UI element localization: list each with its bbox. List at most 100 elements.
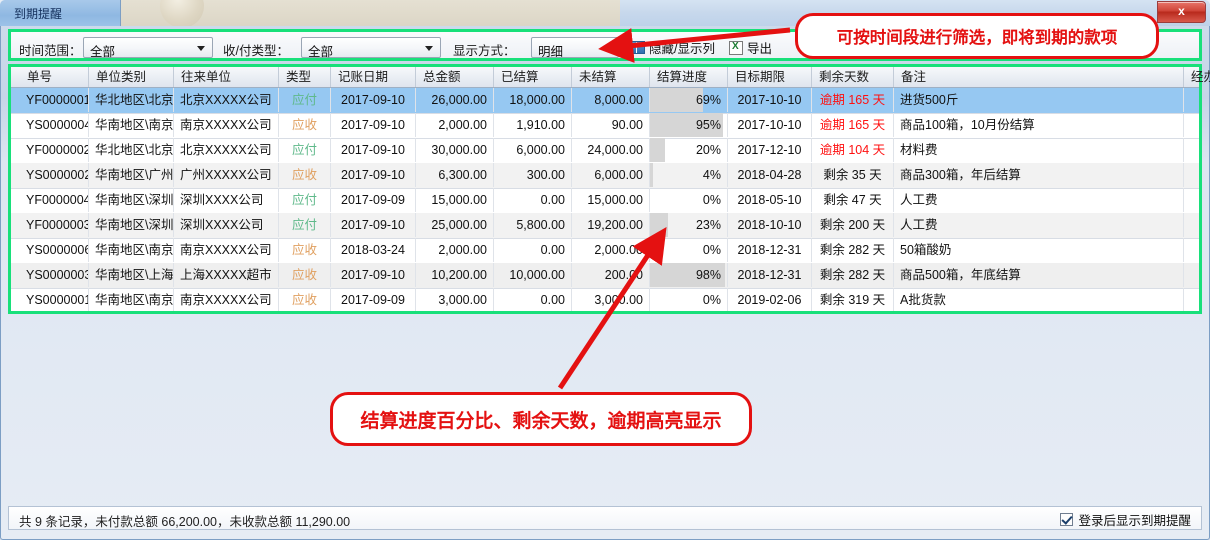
grid-header-type[interactable]: 类型 (279, 67, 331, 87)
toggle-columns-button[interactable]: 隐藏/显示列 (631, 37, 715, 58)
cell-remark: A批货款 (894, 288, 1184, 311)
chevron-down-icon (603, 46, 611, 51)
excel-icon (729, 40, 743, 55)
show-reminder-checkbox[interactable]: 登录后显示到期提醒 (1060, 510, 1191, 529)
cell-category: 华南地区\深圳 (89, 188, 174, 212)
toggle-columns-label: 隐藏/显示列 (649, 42, 715, 56)
settlement-progress-bar: 69% (650, 88, 728, 112)
cell-settled: 5,800.00 (494, 213, 572, 237)
grid-body: YF0000001 华北地区\北京 北京XXXXX公司 应付 2017-09-10 26,… (11, 88, 1199, 311)
export-button[interactable]: 导出 (729, 37, 772, 58)
cell-unsettled: 15,000.00 (572, 188, 650, 212)
pay-type-select[interactable]: 全部 (301, 37, 441, 59)
cell-deadline: 2018-04-28 (728, 163, 812, 187)
close-icon[interactable]: x (1157, 1, 1206, 23)
progress-value: 0% (702, 193, 721, 207)
status-bar: 共 9 条记录，未付款总额 66,200.00，未收款总额 11,290.00 … (8, 506, 1202, 530)
cell-handler: 无 (1184, 163, 1199, 187)
table-row[interactable]: YF0000001 华北地区\北京 北京XXXXX公司 应付 2017-09-10 26,… (11, 88, 1199, 114)
cell-category: 华南地区\深圳 (89, 213, 174, 237)
cell-unsettled: 90.00 (572, 113, 650, 137)
cell-settled: 6,000.00 (494, 138, 572, 162)
cell-no: YS0000006 (20, 238, 89, 262)
grid-header-total[interactable]: 总金额 (416, 67, 494, 87)
cell-days: 逾期 165 天 (812, 88, 894, 112)
cell-total: 15,000.00 (416, 188, 494, 212)
cell-category: 华南地区\南京 (89, 288, 174, 311)
progress-value: 23% (695, 218, 721, 232)
cell-total: 2,000.00 (416, 113, 494, 137)
cell-category: 华南地区\南京 (89, 238, 174, 262)
progress-value: 0% (702, 293, 721, 307)
pay-type-label: 收/付类型： (223, 44, 289, 58)
table-row[interactable]: YF0000004 华南地区\深圳 深圳XXXX公司 应付 2017-09-09 15,0… (11, 188, 1199, 214)
table-row[interactable]: YS0000003 华南地区\上海 上海XXXXX超市 应收 2017-09-10 10,… (11, 263, 1199, 289)
cell-date: 2017-09-09 (331, 288, 416, 311)
grid-header-no[interactable]: 单号 (20, 67, 89, 87)
cell-unsettled: 200.00 (572, 263, 650, 287)
time-range-value: 全部 (90, 45, 116, 59)
cell-remark: 人工费 (894, 188, 1184, 212)
cell-settled: 0.00 (494, 238, 572, 262)
cell-total: 6,300.00 (416, 163, 494, 187)
cell-date: 2017-09-10 (331, 113, 416, 137)
table-row[interactable]: YS0000002 华南地区\广州 广州XXXXX公司 应收 2017-09-10 6,3… (11, 163, 1199, 189)
cell-remark: 商品100箱，10月份结算 (894, 113, 1184, 137)
grid-header-date[interactable]: 记账日期 (331, 67, 416, 87)
annotation-callout-progress: 结算进度百分比、剩余天数，逾期高亮显示 (330, 392, 752, 446)
table-row[interactable]: YF0000002 华北地区\北京 北京XXXXX公司 应付 2017-09-10 30,… (11, 138, 1199, 164)
cell-unit: 上海XXXXX超市 (174, 263, 279, 287)
grid-header-settled[interactable]: 已结算 (494, 67, 572, 87)
display-mode-select[interactable]: 明细 (531, 37, 619, 59)
cell-total: 25,000.00 (416, 213, 494, 237)
cell-settled: 18,000.00 (494, 88, 572, 112)
settlement-progress-bar: 4% (650, 163, 728, 187)
grid-header-row: 单号 单位类别 往来单位 类型 记账日期 总金额 已结算 未结算 结算进度 目标期限 剩余天数 备注经… (11, 67, 1210, 88)
cell-date: 2017-09-10 (331, 138, 416, 162)
cell-unit: 南京XXXXX公司 (174, 288, 279, 311)
grid-header-category[interactable]: 单位类别 (89, 67, 174, 87)
cell-unsettled: 3,000.00 (572, 288, 650, 311)
cell-deadline: 2018-10-10 (728, 213, 812, 237)
table-row[interactable]: YS0000001 华南地区\南京 南京XXXXX公司 应收 2017-09-09 3,0… (11, 288, 1199, 311)
grid-header-unit[interactable]: 往来单位 (174, 67, 279, 87)
cell-deadline: 2018-05-10 (728, 188, 812, 212)
checkbox-icon[interactable] (1060, 513, 1074, 526)
settlement-progress-bar: 0% (650, 188, 728, 212)
grid-header-days[interactable]: 剩余天数 (812, 67, 894, 87)
cell-days: 剩余 282 天 (812, 238, 894, 262)
cell-deadline: 2017-10-10 (728, 113, 812, 137)
settlement-progress-bar: 0% (650, 288, 728, 311)
table-row[interactable]: YF0000003 华南地区\深圳 深圳XXXX公司 应付 2017-09-10 25,0… (11, 213, 1199, 239)
table-row[interactable]: YS0000004 华南地区\南京 南京XXXXX公司 应收 2017-09-10 2,0… (11, 113, 1199, 139)
time-range-select[interactable]: 全部 (83, 37, 213, 59)
cell-remark: 商品300箱，年后结算 (894, 163, 1184, 187)
cell-type: 应收 (279, 263, 331, 287)
cell-unit: 广州XXXXX公司 (174, 163, 279, 187)
cell-days: 逾期 165 天 (812, 113, 894, 137)
cell-date: 2017-09-09 (331, 188, 416, 212)
grid-header-remark[interactable]: 备注 (894, 67, 1184, 87)
grid-header-deadline[interactable]: 目标期限 (728, 67, 812, 87)
cell-unsettled: 19,200.00 (572, 213, 650, 237)
chevron-down-icon (197, 46, 205, 51)
progress-value: 98% (695, 268, 721, 282)
grid-header-handler[interactable]: 经办人 (1184, 67, 1210, 87)
cell-date: 2017-09-10 (331, 263, 416, 287)
cell-handler: 无 (1184, 138, 1199, 162)
progress-value: 4% (702, 168, 721, 182)
pay-type-value: 全部 (308, 45, 334, 59)
table-row[interactable]: YS0000006 华南地区\南京 南京XXXXX公司 应收 2018-03-24 2,0… (11, 238, 1199, 264)
cell-handler: 无 (1184, 188, 1199, 212)
cell-category: 华北地区\北京 (89, 138, 174, 162)
cell-deadline: 2019-02-06 (728, 288, 812, 311)
cell-remark: 人工费 (894, 213, 1184, 237)
cell-unit: 北京XXXXX公司 (174, 88, 279, 112)
grid-header-unsettled[interactable]: 未结算 (572, 67, 650, 87)
grid-header-progress[interactable]: 结算进度 (650, 67, 728, 87)
cell-days: 剩余 319 天 (812, 288, 894, 311)
cell-no: YS0000001 (20, 288, 89, 311)
cell-days: 剩余 282 天 (812, 263, 894, 287)
cell-settled: 300.00 (494, 163, 572, 187)
annotation-callout-filter: 可按时间段进行筛选，即将到期的款项 (795, 13, 1159, 59)
